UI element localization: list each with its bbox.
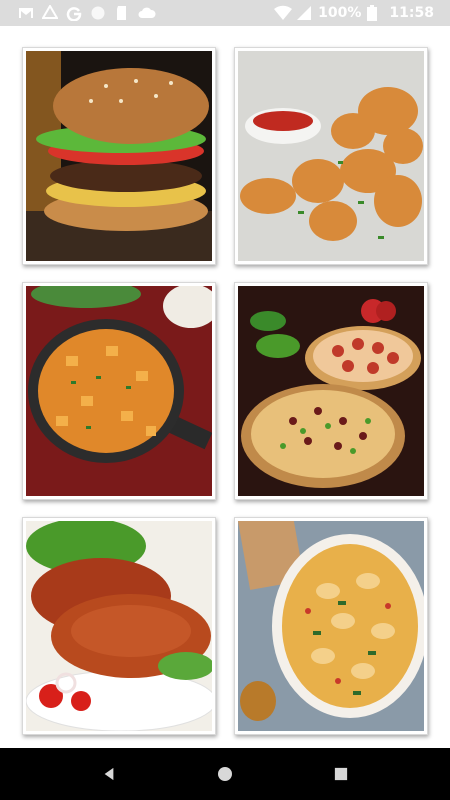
google-icon xyxy=(66,5,82,22)
food-gallery-grid xyxy=(0,26,450,748)
signal-icon xyxy=(296,5,312,21)
back-button[interactable] xyxy=(99,764,119,784)
sd-card-icon xyxy=(114,5,130,21)
recents-square-icon xyxy=(334,767,348,781)
gallery-item-creamy-chicken[interactable] xyxy=(234,517,428,735)
pizza-image xyxy=(238,286,424,496)
gallery-item-pizza[interactable] xyxy=(234,282,428,500)
burger-image xyxy=(26,51,212,261)
battery-percent: 100% xyxy=(318,5,362,21)
recents-button[interactable] xyxy=(331,764,351,784)
back-triangle-icon xyxy=(104,767,114,781)
gmail-icon xyxy=(18,5,34,21)
chicken-curry-pan-image xyxy=(26,286,212,496)
gallery-item-fried-chicken[interactable] xyxy=(234,47,428,265)
fried-chicken-nuggets-image xyxy=(238,51,424,261)
circle-icon xyxy=(90,5,106,21)
creamy-chicken-dish-image xyxy=(238,521,424,731)
status-bar: 100% 11:58 xyxy=(0,0,450,26)
battery-icon xyxy=(367,5,383,21)
navigation-bar xyxy=(0,748,450,800)
wifi-icon xyxy=(274,5,293,21)
home-circle-icon xyxy=(218,767,232,781)
tandoori-chicken-image xyxy=(26,521,212,731)
home-button[interactable] xyxy=(215,764,235,784)
gallery-item-burger[interactable] xyxy=(22,47,216,265)
status-time: 11:58 xyxy=(389,5,434,21)
cloud-icon xyxy=(138,5,156,21)
gallery-item-tandoori-chicken[interactable] xyxy=(22,517,216,735)
drive-icon xyxy=(41,4,59,21)
gallery-item-chicken-curry[interactable] xyxy=(22,282,216,500)
